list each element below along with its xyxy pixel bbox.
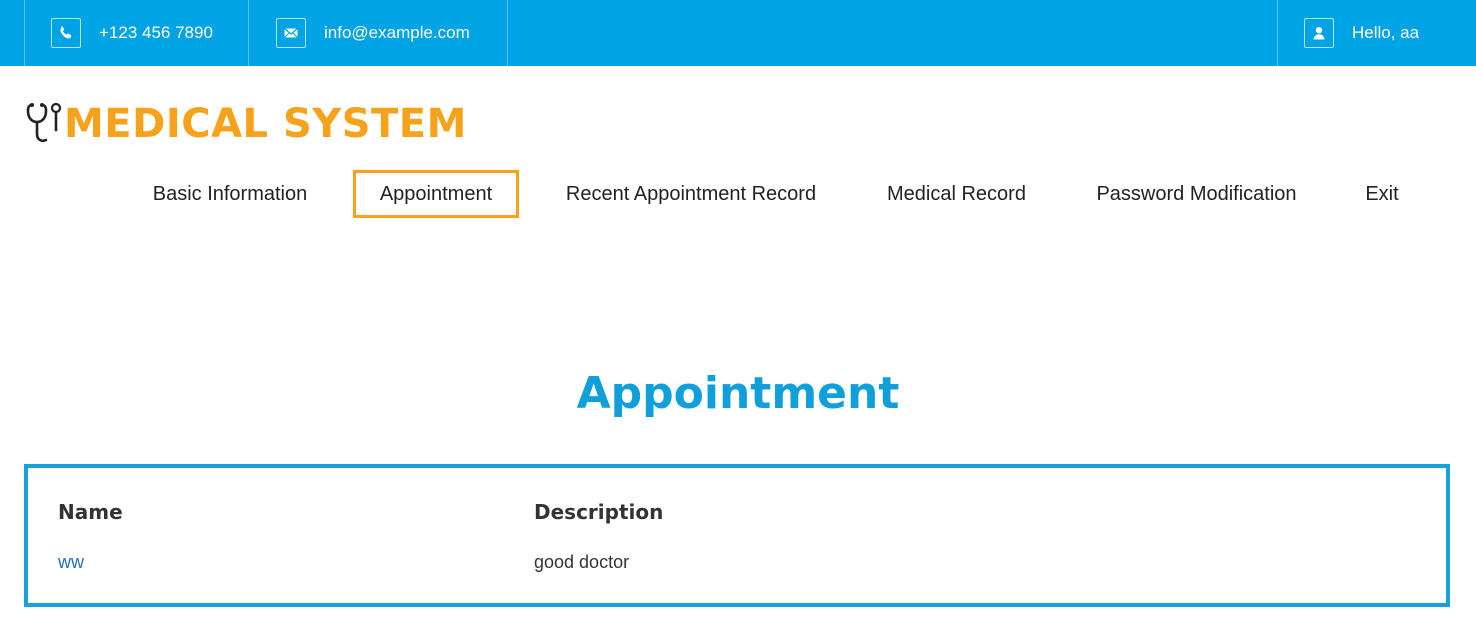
doctor-description: good doctor — [534, 552, 630, 572]
stethoscope-icon — [26, 102, 62, 146]
brand-name: MEDICAL SYSTEM — [64, 101, 467, 147]
greeting-text: Hello, aa — [1352, 23, 1420, 42]
nav-item-basic-information[interactable]: Basic Information — [128, 170, 332, 218]
contact-phone: +123 456 7890 — [24, 0, 249, 66]
nav-item-appointment[interactable]: Appointment — [353, 170, 519, 218]
main-nav: Basic Information Appointment Recent App… — [0, 170, 1476, 218]
phone-number: +123 456 7890 — [99, 23, 213, 42]
phone-icon — [51, 18, 81, 48]
contact-email: info@example.com — [248, 0, 508, 66]
nav-item-password-modification[interactable]: Password Modification — [1070, 170, 1323, 218]
nav-item-recent-appointment-record[interactable]: Recent Appointment Record — [540, 170, 842, 218]
column-header-description: Description — [534, 500, 664, 524]
nav-item-exit[interactable]: Exit — [1345, 170, 1419, 218]
nav-item-medical-record[interactable]: Medical Record — [864, 170, 1049, 218]
column-header-name: Name — [58, 500, 123, 524]
brand-logo[interactable]: MEDICAL SYSTEM — [26, 102, 467, 146]
appointment-table: Name Description ww good doctor — [24, 464, 1450, 607]
doctor-name-link[interactable]: ww — [58, 552, 84, 573]
user-greeting[interactable]: Hello, aa — [1277, 0, 1476, 66]
envelope-icon — [276, 18, 306, 48]
page-title: Appointment — [576, 368, 900, 419]
top-bar: +123 456 7890 info@example.com Hello, aa — [0, 0, 1476, 66]
user-icon — [1304, 18, 1334, 48]
email-address: info@example.com — [324, 23, 470, 42]
